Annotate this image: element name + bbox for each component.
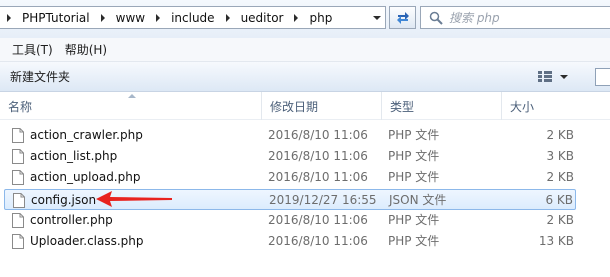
column-modified-label: 修改日期 (270, 99, 319, 114)
refresh-button[interactable] (389, 6, 416, 29)
file-modified: 2016/8/10 11:06 (268, 213, 368, 227)
file-name: config.json (31, 193, 97, 207)
file-name: action_crawler.php (30, 128, 143, 142)
file-row-selected[interactable]: config.json 2019/12/27 16:55 JSON 文件 6 K… (4, 189, 576, 210)
new-folder-button[interactable]: 新建文件夹 (8, 65, 72, 88)
file-row[interactable]: Uploader.class.php 2016/8/10 11:06 PHP 文… (4, 231, 576, 252)
file-modified: 2016/8/10 11:06 (268, 234, 368, 248)
file-modified: 2016/8/10 11:06 (268, 170, 368, 184)
file-type: PHP 文件 (388, 128, 440, 142)
column-header-bar: 名称 修改日期 类型 大小 (0, 92, 610, 120)
file-type: PHP 文件 (388, 234, 440, 248)
file-size: 6 KB (545, 193, 573, 207)
file-size: 13 KB (538, 234, 574, 248)
address-bar[interactable]: PHPTutorial www include ueditor php (0, 6, 386, 29)
file-modified: 2019/12/27 16:55 (269, 193, 377, 207)
file-modified: 2016/8/10 11:06 (268, 149, 368, 163)
file-type: PHP 文件 (388, 149, 440, 163)
file-icon (13, 193, 25, 208)
address-history-dropdown[interactable] (368, 7, 385, 28)
address-bar-row: PHPTutorial www include ueditor php 搜索 p… (0, 0, 610, 38)
column-name-label: 名称 (8, 99, 33, 114)
chevron-down-icon (560, 75, 568, 79)
file-name: action_list.php (30, 149, 118, 163)
search-placeholder: 搜索 php (449, 11, 500, 25)
file-name: action_upload.php (30, 170, 141, 184)
file-row[interactable]: controller.php 2016/8/10 11:06 PHP 文件 2 … (4, 210, 576, 231)
file-icon (12, 170, 24, 185)
breadcrumb-www[interactable]: www (112, 11, 149, 25)
file-row[interactable]: action_crawler.php 2016/8/10 11:06 PHP 文… (4, 125, 576, 146)
column-type-label: 类型 (390, 99, 415, 114)
file-type: PHP 文件 (388, 213, 440, 227)
file-icon (12, 149, 24, 164)
column-size-label: 大小 (510, 99, 535, 114)
chevron-down-icon (372, 15, 381, 20)
breadcrumb-separator-icon[interactable] (287, 7, 305, 28)
menu-bar: 工具(T) 帮助(H) (0, 38, 610, 62)
breadcrumb-separator-icon[interactable] (149, 7, 167, 28)
file-size: 2 KB (546, 128, 574, 142)
file-name: controller.php (30, 213, 113, 227)
column-header-size[interactable]: 大小 (502, 92, 610, 120)
file-size: 2 KB (546, 213, 574, 227)
column-header-name[interactable]: 名称 (0, 92, 262, 120)
breadcrumb-separator-icon[interactable] (0, 7, 18, 28)
command-bar: 新建文件夹 (0, 62, 610, 92)
column-header-modified[interactable]: 修改日期 (262, 92, 382, 120)
breadcrumb-ueditor[interactable]: ueditor (237, 11, 288, 25)
file-modified: 2016/8/10 11:06 (268, 128, 368, 142)
breadcrumb-php[interactable]: php (305, 11, 336, 25)
view-options-button[interactable] (538, 68, 568, 86)
file-name: Uploader.class.php (30, 234, 144, 248)
file-size: 3 KB (546, 149, 574, 163)
breadcrumb-phptutorial[interactable]: PHPTutorial (18, 11, 94, 25)
breadcrumb-separator-icon[interactable] (219, 7, 237, 28)
column-header-type[interactable]: 类型 (382, 92, 502, 120)
file-row[interactable]: action_list.php 2016/8/10 11:06 PHP 文件 3… (4, 146, 576, 167)
file-row[interactable]: action_upload.php 2016/8/10 11:06 PHP 文件… (4, 167, 576, 188)
file-type: JSON 文件 (389, 193, 447, 207)
menu-tools[interactable]: 工具(T) (6, 41, 59, 58)
breadcrumb-include[interactable]: include (167, 11, 218, 25)
breadcrumb-separator-icon[interactable] (94, 7, 112, 28)
preview-pane-button[interactable] (595, 68, 610, 86)
file-size: 2 KB (546, 170, 574, 184)
view-options-icon (538, 71, 552, 83)
annotation-arrow-icon (96, 191, 172, 207)
file-icon (12, 234, 24, 249)
file-icon (12, 128, 24, 143)
search-field[interactable]: 搜索 php (420, 6, 610, 29)
file-icon (12, 213, 24, 228)
refresh-icon (396, 11, 409, 24)
menu-help[interactable]: 帮助(H) (59, 41, 113, 58)
file-type: PHP 文件 (388, 170, 440, 184)
search-icon (429, 11, 443, 25)
